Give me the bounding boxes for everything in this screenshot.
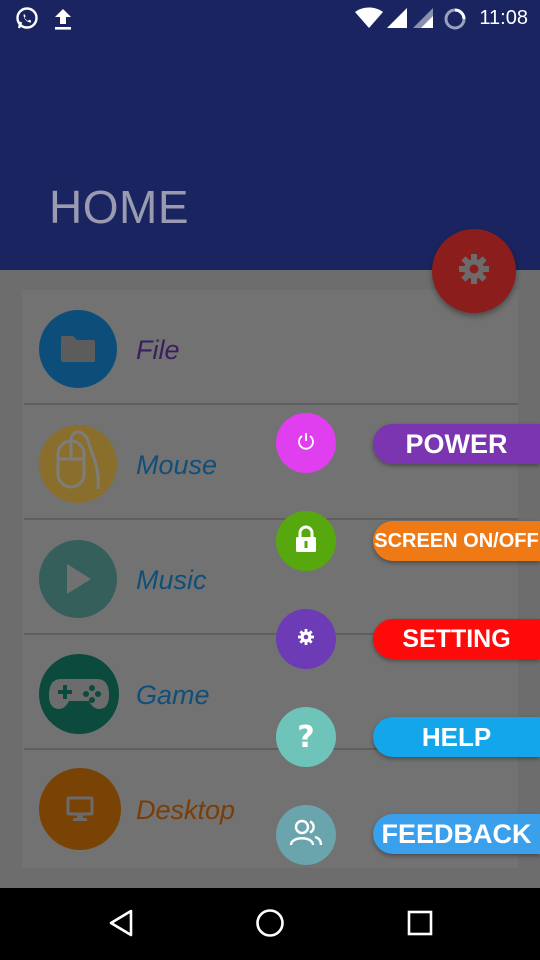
back-button[interactable] [104,908,138,942]
power-button[interactable] [276,413,336,473]
status-bar: 11:08 [0,0,540,38]
setting-button[interactable] [276,609,336,669]
action-label: FEEDBACK [381,818,532,849]
action-label: SCREEN ON/OFF [374,529,539,552]
gear-icon [296,627,316,652]
people-icon [288,818,324,853]
recents-icon [405,908,435,943]
question-icon: ? [297,719,315,755]
setting-label-button[interactable]: SETTING [373,619,540,659]
status-time: 11:08 [479,7,528,29]
action-setting: SETTING [0,609,540,671]
settings-fab[interactable] [432,229,516,313]
content-area: File Mouse Music Game Desktop [0,270,540,888]
signal-icon [386,7,408,34]
wifi-icon [354,7,384,34]
action-help: ? HELP [0,707,540,769]
page-title: HOME [49,181,189,233]
recents-button[interactable] [403,908,437,942]
menu-item-file[interactable]: File [22,290,518,405]
navigation-bar [0,888,540,960]
menu-item-label: File [136,335,180,365]
whatsapp-icon [14,6,40,37]
gear-icon [457,252,491,291]
action-feedback: FEEDBACK [0,805,540,867]
power-icon [296,431,316,456]
home-icon [254,907,286,944]
screen-toggle-button[interactable] [276,511,336,571]
feedback-label-button[interactable]: FEEDBACK [373,814,540,854]
action-screen: SCREEN ON/OFF [0,511,540,573]
action-label: HELP [421,721,492,752]
sync-icon [443,7,467,36]
action-label: SETTING [402,624,511,653]
back-icon [107,908,135,943]
action-power: POWER [0,413,540,475]
folder-icon [39,310,117,388]
help-label-button[interactable]: HELP [373,717,540,757]
feedback-button[interactable] [276,805,336,865]
power-label-button[interactable]: POWER [373,424,540,464]
action-label: POWER [405,428,508,459]
upload-icon [52,6,74,37]
menu-card: File Mouse Music Game Desktop [22,290,518,868]
screen-toggle-label-button[interactable]: SCREEN ON/OFF [373,521,540,561]
help-button[interactable]: ? [276,707,336,767]
home-button[interactable] [253,908,287,942]
lock-icon [293,524,319,559]
signal-icon [412,7,434,34]
